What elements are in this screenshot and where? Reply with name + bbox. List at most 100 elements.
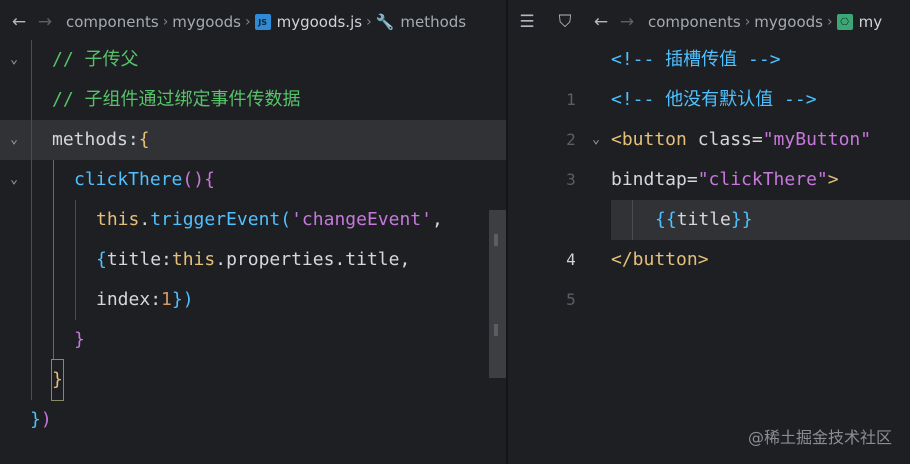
fold-chevron-icon[interactable]: ⌄: [588, 120, 604, 160]
right-editor-pane[interactable]: ☰ ⛉ ← → components › mygoods › ⎔ my 1 <!…: [508, 0, 910, 464]
code-token: :: [127, 129, 139, 150]
right-breadcrumb-bar: ☰ ⛉ ← → components › mygoods › ⎔ my: [508, 0, 910, 44]
code-text: index:1}): [96, 280, 194, 320]
code-token: "clickThere": [697, 169, 828, 190]
code-token: bindtap=: [611, 169, 698, 190]
forward-arrow-icon[interactable]: →: [614, 9, 640, 35]
right-code-area[interactable]: 1 <!-- 插槽传值 --> 2 <!-- 他没有默认值 --> 3 ⌄ <b…: [508, 40, 910, 309]
js-file-icon: JS: [254, 14, 271, 30]
code-token: :: [150, 289, 162, 310]
scrollbar-marker: [494, 324, 498, 336]
indent-guide: [31, 240, 32, 280]
indent-guide: [31, 40, 32, 80]
code-token: }: [30, 409, 41, 430]
code-line[interactable]: 3 ⌄ <button class="myButton": [508, 120, 910, 189]
code-text: clickThere(){: [74, 160, 215, 200]
indent-guide: [31, 200, 32, 240]
code-token: // 子组件通过绑定事件传数据: [52, 89, 301, 110]
code-text: }: [74, 320, 85, 360]
wxml-file-icon: ⎔: [836, 14, 853, 30]
breadcrumb-components[interactable]: components: [66, 13, 159, 31]
fold-chevron-icon[interactable]: ⌄: [6, 160, 22, 200]
indent-guide: [75, 200, 76, 240]
code-line-wrapped[interactable]: bindtap="clickThere">: [508, 160, 910, 200]
left-editor-pane[interactable]: ← → components › mygoods › JS mygoods.js…: [0, 0, 506, 464]
code-text: }): [30, 400, 52, 440]
indent-guide: [31, 120, 32, 160]
code-line[interactable]: // 子组件通过绑定事件传数据: [0, 80, 506, 120]
breadcrumb-mygoods[interactable]: mygoods: [172, 13, 241, 31]
back-arrow-icon[interactable]: ←: [588, 9, 614, 35]
chevron-right-icon: ›: [827, 14, 833, 30]
code-token: methods: [52, 129, 128, 150]
forward-arrow-icon[interactable]: →: [32, 9, 58, 35]
code-token: {: [204, 169, 215, 190]
breadcrumb-components[interactable]: components: [648, 13, 741, 31]
indent-guide: [53, 160, 54, 200]
code-line[interactable]: }: [0, 320, 506, 360]
code-text: <!-- 他没有默认值 -->: [611, 80, 817, 120]
code-token: clickThere: [74, 169, 183, 190]
breadcrumb-mygoods[interactable]: mygoods: [754, 13, 823, 31]
list-icon[interactable]: ☰: [514, 9, 540, 35]
code-token: </button>: [611, 249, 709, 270]
scrollbar-marker: [494, 234, 498, 246]
code-line[interactable]: 2 <!-- 他没有默认值 -->: [508, 80, 910, 149]
code-text: <!-- 插槽传值 -->: [611, 40, 781, 80]
indent-guide: [31, 320, 32, 360]
code-text: {{title}}: [655, 200, 753, 240]
code-text: bindtap="clickThere">: [611, 160, 839, 200]
code-token: "myButton": [762, 129, 872, 150]
code-token: this: [96, 209, 140, 230]
code-token: {: [138, 129, 150, 150]
code-line[interactable]: 1 <!-- 插槽传值 -->: [508, 40, 910, 109]
breadcrumb-file[interactable]: my: [859, 13, 883, 31]
bookmark-icon[interactable]: ⛉: [552, 9, 578, 35]
code-line[interactable]: this.triggerEvent('changeEvent',: [0, 200, 506, 240]
code-token: 1: [161, 289, 172, 310]
code-token: >: [827, 169, 839, 190]
indent-guide: [75, 280, 76, 320]
fold-chevron-icon[interactable]: ⌄: [6, 40, 22, 80]
code-token: ): [182, 289, 194, 310]
editor-window: ← → components › mygoods › JS mygoods.js…: [0, 0, 910, 464]
code-token: }: [171, 289, 183, 310]
code-line[interactable]: ⌄ // 子传父: [0, 40, 506, 80]
indent-guide: [53, 280, 54, 320]
code-line-current[interactable]: 4 {{title}}: [508, 200, 910, 269]
code-token: (): [182, 169, 205, 190]
code-text: methods:{: [52, 120, 150, 160]
breadcrumb-methods[interactable]: methods: [400, 13, 466, 31]
code-token: triggerEvent: [150, 209, 281, 230]
code-text: <button class="myButton": [611, 120, 871, 160]
code-line[interactable]: {title:this.properties.title,: [0, 240, 506, 280]
code-line-current[interactable]: ⌄ methods:{: [0, 120, 506, 160]
code-text: // 子组件通过绑定事件传数据: [52, 80, 301, 120]
back-arrow-icon[interactable]: ←: [6, 9, 32, 35]
indent-guide: [53, 320, 54, 360]
breadcrumb-mygoods-js[interactable]: mygoods.js: [277, 13, 362, 31]
watermark: @稀土掘金技术社区: [747, 428, 892, 447]
code-token: title: [106, 249, 162, 270]
code-token: class=: [686, 129, 763, 150]
code-token: (: [280, 209, 292, 230]
code-line[interactable]: 5 </button>: [508, 240, 910, 309]
code-text: }: [51, 359, 64, 401]
code-line[interactable]: index:1}): [0, 280, 506, 320]
code-token: <!-- 他没有默认值 -->: [611, 89, 817, 110]
chevron-right-icon: ›: [245, 14, 251, 30]
code-token: }: [52, 369, 63, 390]
indent-guide: [632, 200, 633, 240]
code-line[interactable]: ⌄ clickThere(){: [0, 160, 506, 200]
indent-guide: [31, 80, 32, 120]
left-code-area[interactable]: ⌄ // 子传父 // 子组件通过绑定事件传数据 ⌄ methods:{ ⌄ c…: [0, 40, 506, 440]
chevron-right-icon: ›: [744, 14, 751, 30]
code-token: <!-- 插槽传值 -->: [611, 49, 781, 70]
code-line[interactable]: }: [0, 359, 506, 401]
indent-guide: [75, 240, 76, 280]
indent-guide: [31, 160, 32, 200]
indent-guide: [31, 360, 32, 400]
wrench-icon: 🔧: [375, 13, 395, 31]
code-line[interactable]: }): [0, 400, 506, 440]
fold-chevron-icon[interactable]: ⌄: [6, 120, 22, 160]
